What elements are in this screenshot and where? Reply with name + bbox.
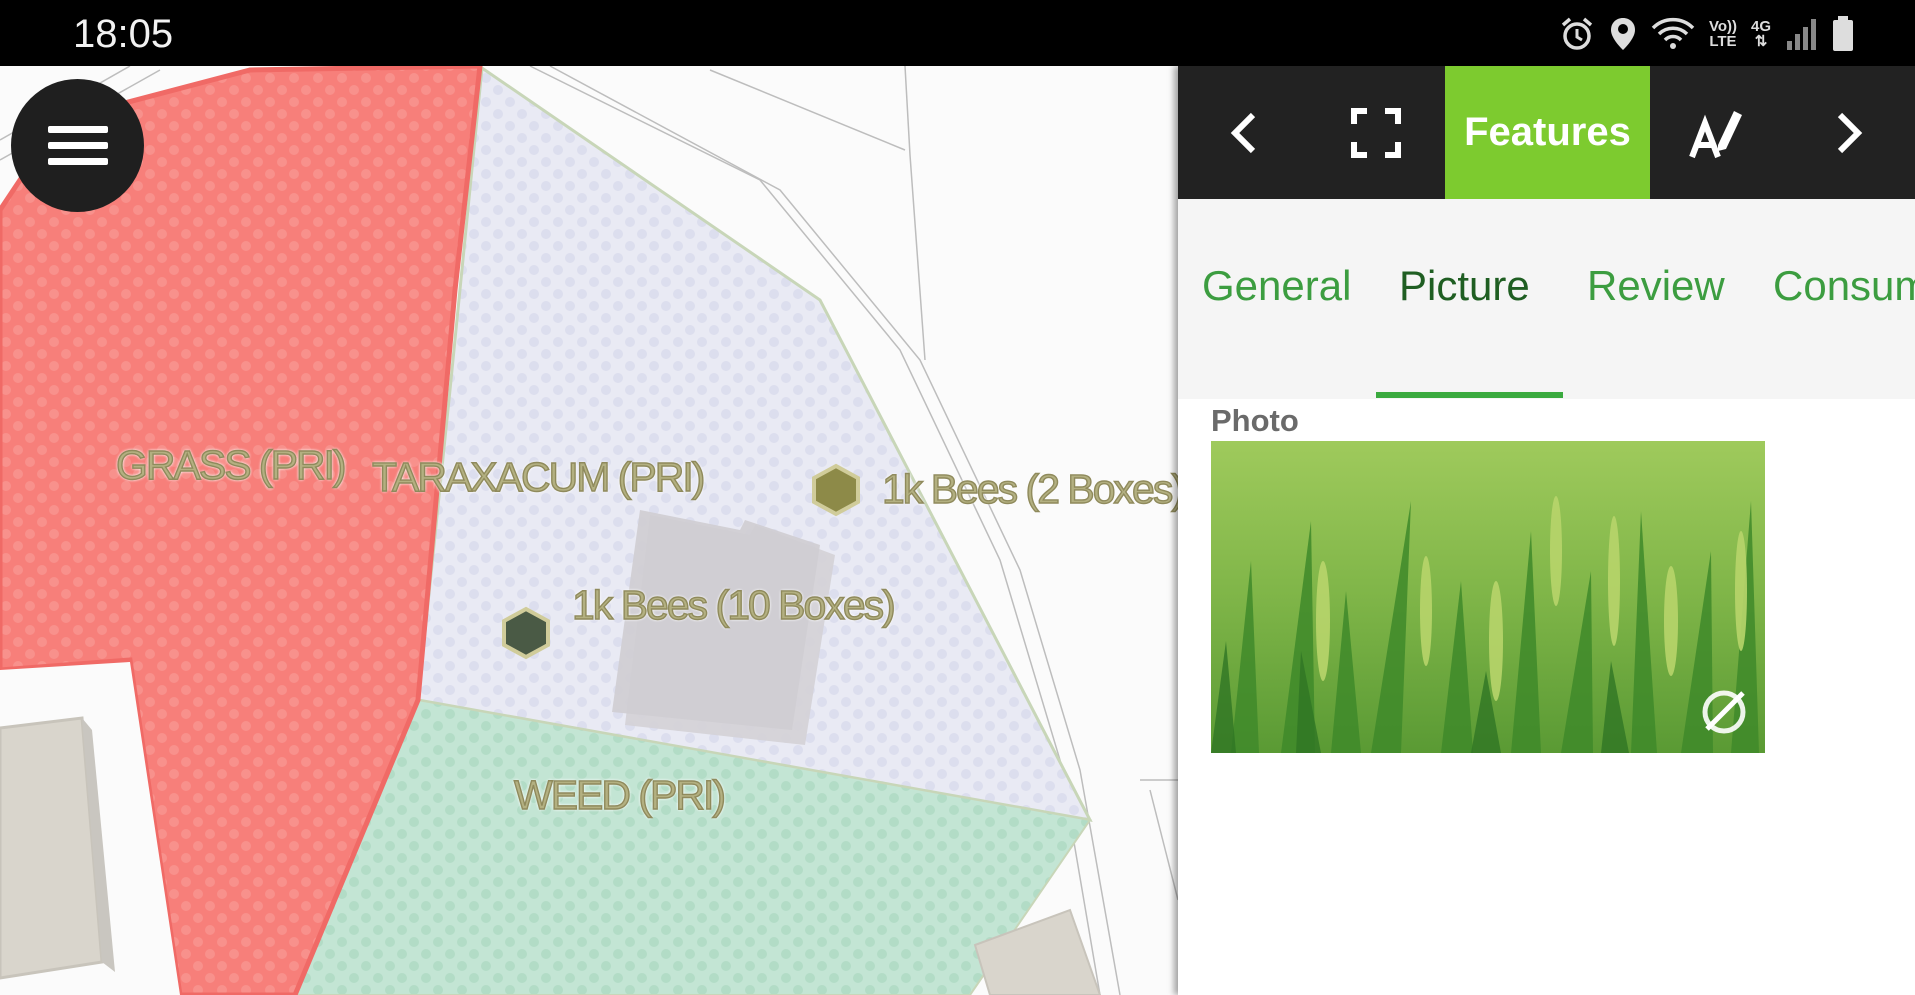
features-tab-button[interactable]: Features	[1445, 66, 1650, 199]
edit-text-icon	[1689, 110, 1742, 158]
no-camera-icon	[1702, 690, 1746, 734]
4g-icon: 4G ⇅	[1751, 19, 1771, 49]
active-tab-indicator	[1376, 392, 1563, 398]
fullscreen-icon	[1351, 107, 1401, 158]
grass-photo	[1211, 441, 1765, 753]
tab-picture[interactable]: Picture	[1399, 262, 1530, 310]
panel-tabs: General Picture Review Consumption	[1178, 199, 1915, 399]
signal-icon	[1785, 17, 1817, 51]
tab-general[interactable]: General	[1202, 262, 1351, 310]
lte-text: LTE	[1709, 33, 1737, 50]
status-time: 18:05	[73, 12, 174, 56]
next-button[interactable]	[1782, 66, 1915, 199]
edit-text-button[interactable]	[1650, 66, 1782, 199]
map-view[interactable]: GRASS (PRI) TARAXACUM (PRI) 1k Bees (2 B…	[0, 66, 1178, 995]
data-arrows-icon: ⇅	[1754, 33, 1768, 50]
photo-label: Photo	[1211, 403, 1299, 438]
battery-icon	[1831, 16, 1855, 52]
map-label-weed: WEED (PRI)	[513, 771, 726, 818]
tab-consumption[interactable]: Consumption	[1773, 262, 1915, 310]
status-bar: 18:05 Vo)) LTE 4G ⇅	[0, 0, 1915, 66]
photo-thumbnail[interactable]	[1211, 441, 1765, 753]
bee-marker-10-boxes	[502, 606, 550, 660]
feature-panel: Features General Picture Review Consumpt…	[1178, 66, 1915, 995]
fullscreen-button[interactable]	[1310, 66, 1442, 199]
status-icons: Vo)) LTE 4G ⇅	[1559, 14, 1855, 54]
map-canvas[interactable]	[0, 66, 1178, 995]
tab-review[interactable]: Review	[1587, 262, 1725, 310]
location-icon	[1609, 16, 1637, 52]
wifi-icon	[1651, 16, 1695, 52]
panel-toolbar: Features	[1178, 66, 1915, 199]
map-label-grass: GRASS (PRI)	[115, 441, 347, 488]
bee-marker-2-boxes	[812, 463, 860, 517]
volte-text: Vo))	[1708, 18, 1737, 35]
volte-icon: Vo)) LTE	[1709, 19, 1737, 49]
map-label-taraxacum: TARAXACUM (PRI)	[371, 453, 706, 500]
previous-button[interactable]	[1178, 66, 1310, 199]
map-label-bees-10: 1k Bees (10 Boxes)	[571, 581, 896, 628]
menu-button[interactable]	[11, 79, 144, 212]
alarm-icon	[1559, 16, 1595, 52]
network-text: 4G	[1750, 18, 1771, 35]
picture-content: Photo	[1178, 399, 1915, 995]
map-label-bees-2: 1k Bees (2 Boxes)	[881, 465, 1178, 512]
chevron-left-icon	[1230, 112, 1256, 153]
hamburger-icon	[47, 117, 108, 174]
chevron-right-icon	[1837, 112, 1862, 153]
